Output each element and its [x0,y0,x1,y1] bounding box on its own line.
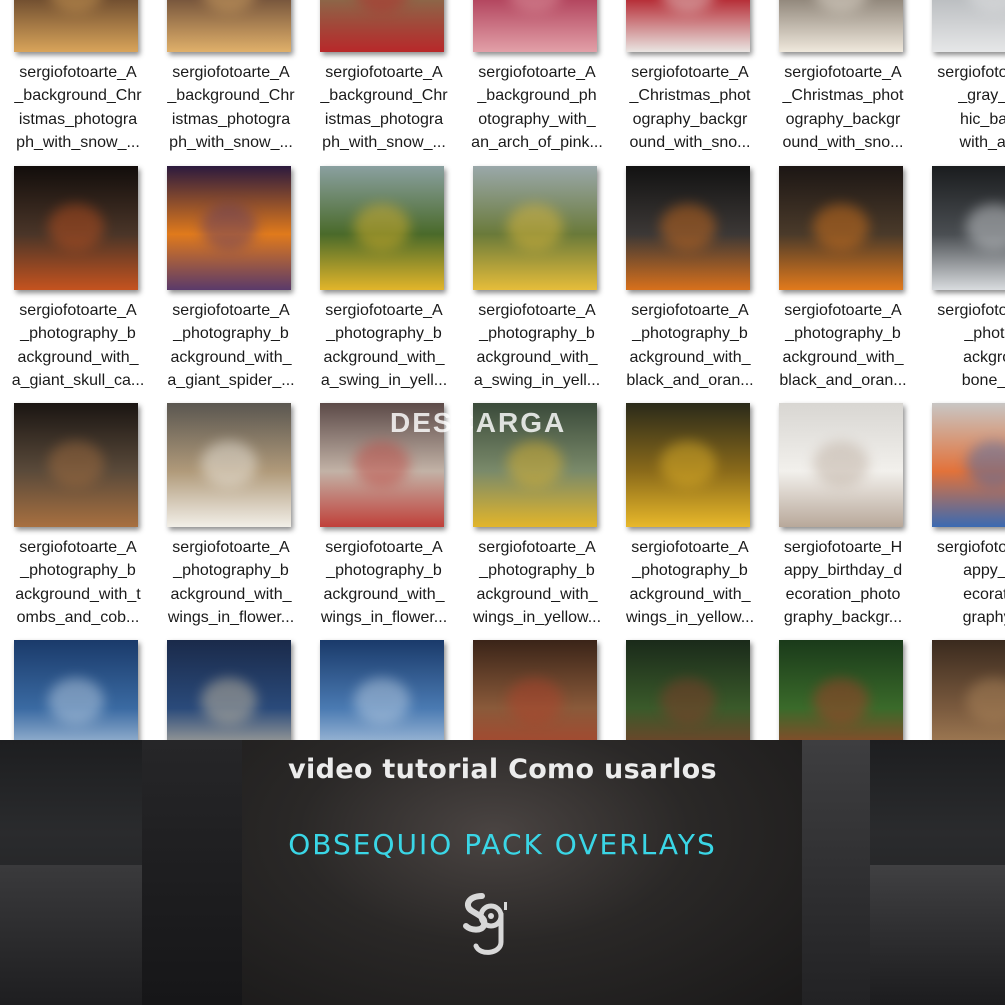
file-thumbnail[interactable] [167,0,291,52]
thumbnail-detail [813,204,869,250]
file-thumbnail[interactable] [779,640,903,740]
file-thumbnail[interactable] [932,640,1005,740]
thumbnail-detail [507,0,563,12]
file-name[interactable]: sergiofotoarte_A _background_Chr istmas_… [8,61,148,154]
thumbnail-detail [48,204,104,250]
file-thumbnail[interactable] [320,166,444,290]
file-thumbnail[interactable] [626,166,750,290]
file-name[interactable]: sergiofotoarte_A _photography_b ackgroun… [314,299,454,392]
thumbnail-detail [201,0,257,12]
file-thumbnail[interactable] [932,403,1005,527]
thumbnail-detail [354,441,410,487]
file-name[interactable]: sergiofotoarte_A _photography_b ackgroun… [620,299,760,392]
thumbnail-detail [966,678,1005,724]
file-grid: sergiofotoarte_A _background_Chr istmas_… [0,0,1005,740]
file-name[interactable]: sergiofotoarte_A _gray_pho hic_backg wit… [926,61,1005,154]
file-name[interactable]: sergiofotoarte_A _background_Chr istmas_… [161,61,301,154]
thumbnail-detail [966,441,1005,487]
thumbnail-detail [48,0,104,12]
file-thumbnail[interactable] [626,640,750,740]
thumbnail-detail [48,678,104,724]
thumbnail-detail [660,441,716,487]
file-name[interactable]: sergiofotoarte_A _photography_b ackgroun… [161,299,301,392]
file-name[interactable]: sergiofotoarte_A _Christmas_phot ography… [620,61,760,154]
file-thumbnail[interactable] [473,0,597,52]
thumbnail-detail [813,678,869,724]
promo-banner: video tutorial Como usarlos OBSEQUIO PAC… [0,740,1005,1005]
file-thumbnail[interactable] [473,166,597,290]
file-thumbnail[interactable] [167,403,291,527]
tutorial-title: video tutorial Como usarlos [288,754,717,785]
file-thumbnail[interactable] [14,403,138,527]
file-thumbnail[interactable] [626,0,750,52]
file-thumbnail[interactable] [626,403,750,527]
file-name[interactable]: sergiofotoarte_A _photography_b ackgroun… [467,536,607,629]
file-name[interactable]: sergiofotoarte_A _photography_b ackgroun… [620,536,760,629]
file-name[interactable]: sergiofotoarte_A _photography_b ackgroun… [8,536,148,629]
thumbnail-detail [354,204,410,250]
file-thumbnail[interactable] [320,0,444,52]
file-thumbnail[interactable] [779,403,903,527]
sg-brand-logo-icon [463,893,507,955]
file-thumbnail[interactable] [14,640,138,740]
file-name[interactable]: sergiofotoarte_A _photography_b ackgroun… [314,536,454,629]
file-name[interactable]: sergiofotoarte_A _photogr ackgroun bone_… [926,299,1005,392]
file-name[interactable]: sergiofotoarte_A _photography_b ackgroun… [467,299,607,392]
file-name[interactable]: sergiofotoarte_A _background_Chr istmas_… [314,61,454,154]
file-name[interactable]: sergiofotoarte_H appy_birt ecoration gra… [926,536,1005,629]
thumbnail-detail [201,441,257,487]
file-thumbnail[interactable] [779,0,903,52]
thumbnail-detail [813,0,869,12]
file-thumbnail[interactable] [932,0,1005,52]
file-thumbnail[interactable] [167,166,291,290]
file-name[interactable]: sergiofotoarte_H appy_birthday_d ecorati… [773,536,913,629]
file-name[interactable]: sergiofotoarte_A _photography_b ackgroun… [773,299,913,392]
file-thumbnail[interactable] [320,640,444,740]
file-thumbnail[interactable] [473,640,597,740]
banner-bg-panel [870,865,1005,1005]
thumbnail-detail [660,0,716,12]
file-thumbnail[interactable] [14,0,138,52]
file-thumbnail[interactable] [932,166,1005,290]
watermark-text: DESCARGA [390,407,567,438]
thumbnail-detail [507,441,563,487]
thumbnail-detail [660,678,716,724]
thumbnail-detail [48,441,104,487]
thumbnail-detail [354,0,410,12]
banner-bg-panel [0,865,142,1005]
file-name[interactable]: sergiofotoarte_A _background_ph otograph… [467,61,607,154]
thumbnail-detail [966,204,1005,250]
file-name[interactable]: sergiofotoarte_A _photography_b ackgroun… [161,536,301,629]
thumbnail-detail [507,678,563,724]
overlays-pack-link[interactable]: OBSEQUIO PACK OVERLAYS [0,828,1005,861]
thumbnail-detail [966,0,1005,12]
file-thumbnail[interactable] [779,166,903,290]
file-name[interactable]: sergiofotoarte_A _photography_b ackgroun… [8,299,148,392]
thumbnail-detail [813,441,869,487]
thumbnail-detail [201,678,257,724]
file-thumbnail[interactable] [14,166,138,290]
file-thumbnail[interactable] [167,640,291,740]
thumbnail-detail [660,204,716,250]
thumbnail-detail [354,678,410,724]
thumbnail-detail [507,204,563,250]
file-name[interactable]: sergiofotoarte_A _Christmas_phot ography… [773,61,913,154]
thumbnail-detail [201,204,257,250]
